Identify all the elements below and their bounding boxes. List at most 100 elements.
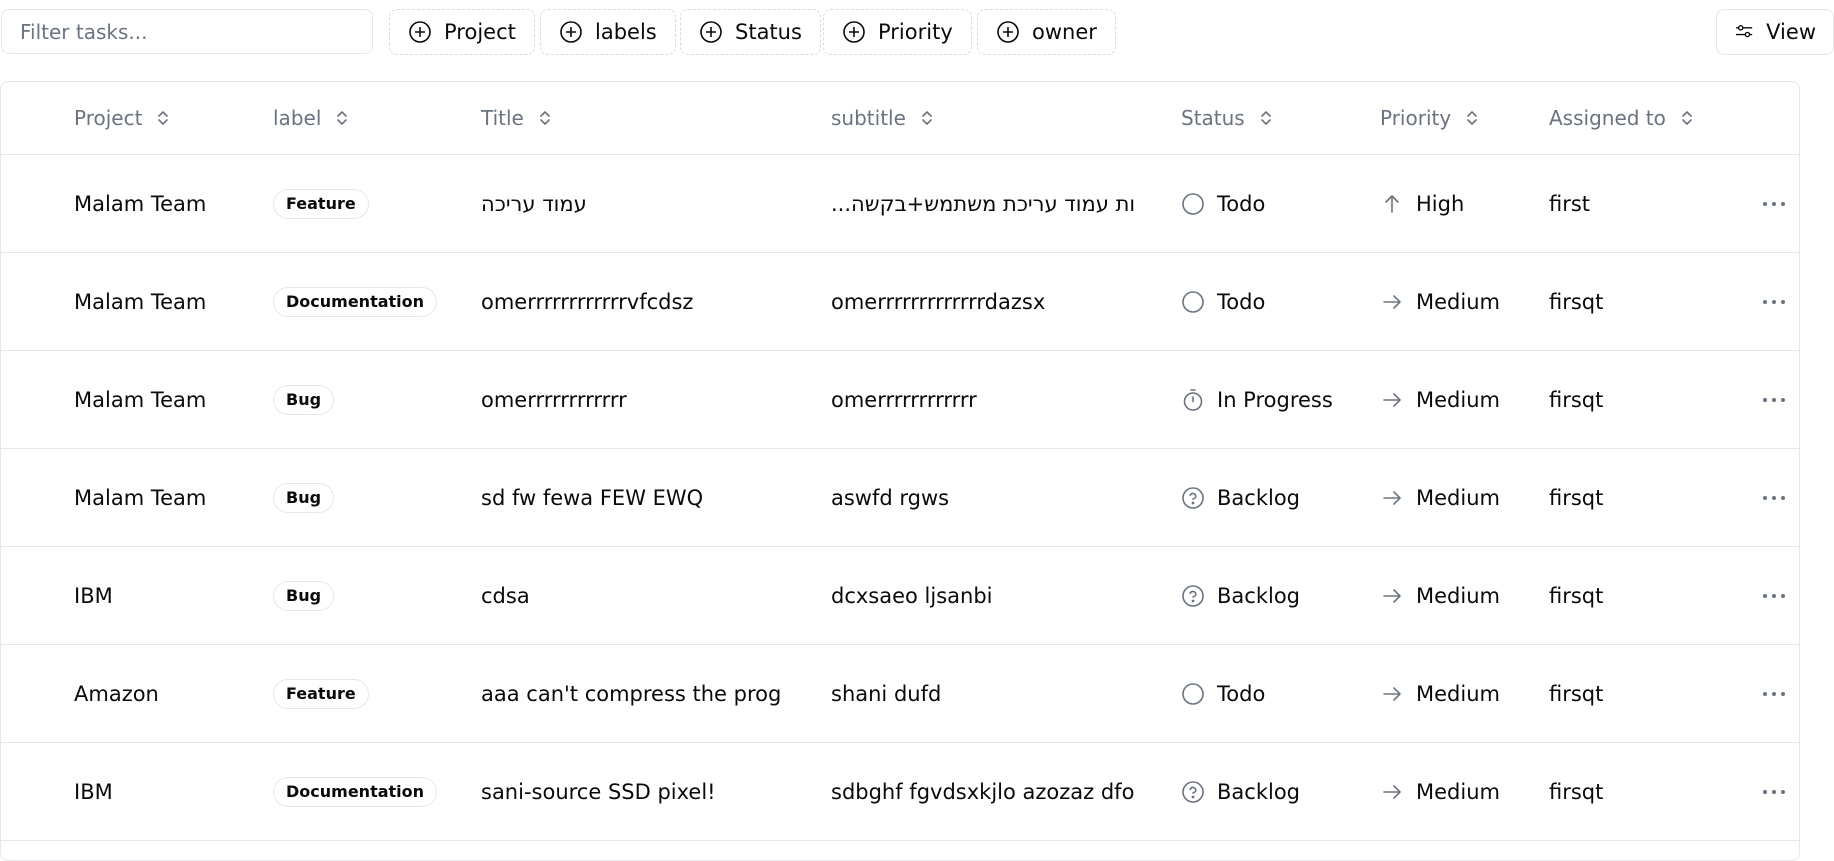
table-row[interactable]: Amazon Feature aaa can't compress the pr… xyxy=(1,645,1799,743)
sort-icon xyxy=(1682,111,1692,125)
filter-labels-label: labels xyxy=(595,20,657,44)
filter-status-label: Status xyxy=(735,20,802,44)
subtitle-cell: shani dufd xyxy=(831,681,942,706)
assigned-cell: firsqt xyxy=(1549,681,1604,706)
priority-cell: Medium xyxy=(1380,253,1500,350)
filter-project-button[interactable]: Project xyxy=(389,9,535,55)
sliders-icon xyxy=(1735,25,1753,38)
subtitle-cell: omerrrrrrrrrrrr xyxy=(831,387,977,412)
label-cell: Feature xyxy=(273,645,369,742)
table-row[interactable]: IBM Bug cdsa dcxsaeo ljsanbi Backlog Med… xyxy=(1,547,1799,645)
column-header-status[interactable]: Status xyxy=(1181,82,1273,154)
status-cell: Backlog xyxy=(1181,449,1300,546)
column-label: Title xyxy=(481,106,524,130)
filter-priority-label: Priority xyxy=(878,20,953,44)
row-actions-button[interactable] xyxy=(1761,253,1787,350)
arrow-right-icon xyxy=(1380,682,1404,706)
label-badge: Feature xyxy=(273,678,369,709)
ellipsis-icon xyxy=(1763,299,1785,304)
column-header-subtitle[interactable]: subtitle xyxy=(831,82,934,154)
view-options-button[interactable]: View xyxy=(1716,9,1834,55)
row-actions-button[interactable] xyxy=(1761,743,1787,840)
table-header: Project label Title subtitle Status Prio… xyxy=(1,82,1799,155)
ellipsis-icon xyxy=(1763,691,1785,696)
column-label: subtitle xyxy=(831,106,906,130)
ellipsis-icon xyxy=(1763,397,1785,402)
assigned-cell: firsqt xyxy=(1549,289,1604,314)
arrow-right-icon xyxy=(1380,780,1404,804)
filter-tasks-input[interactable] xyxy=(1,9,373,54)
row-actions-button[interactable] xyxy=(1761,351,1787,448)
subtitle-cell: omerrrrrrrrrrrrrdazsx xyxy=(831,289,1046,314)
project-cell: Malam Team xyxy=(74,485,207,510)
ellipsis-icon xyxy=(1763,593,1785,598)
label-badge: Documentation xyxy=(273,286,438,317)
view-label: View xyxy=(1766,20,1816,44)
subtitle-cell: ...ות עמוד עריכת משתמש+בקשה xyxy=(831,191,1136,216)
title-cell: omerrrrrrrrrrrr xyxy=(481,387,627,412)
label-cell: Documentation xyxy=(273,253,438,350)
sort-icon xyxy=(1260,111,1271,125)
table-row[interactable]: Malam Team Documentation omerrrrrrrrrrrr… xyxy=(1,253,1799,351)
question-circle-icon xyxy=(1181,780,1205,804)
assigned-cell: firsqt xyxy=(1549,485,1604,510)
row-actions-button[interactable] xyxy=(1761,547,1787,644)
filter-project-label: Project xyxy=(444,20,516,44)
filter-owner-button[interactable]: owner xyxy=(977,9,1116,55)
priority-cell: Medium xyxy=(1380,547,1500,644)
row-actions-button[interactable] xyxy=(1761,155,1787,252)
column-header-title[interactable]: Title xyxy=(481,82,552,154)
label-cell: Bug xyxy=(273,547,335,644)
table-row[interactable]: Malam Team Feature עמוד עריכה ...ות עמוד… xyxy=(1,155,1799,253)
assigned-cell: first xyxy=(1549,191,1591,216)
plus-circle-icon xyxy=(997,21,1019,43)
status-cell: Todo xyxy=(1181,155,1265,252)
arrow-right-icon xyxy=(1380,584,1404,608)
filter-priority-button[interactable]: Priority xyxy=(823,9,972,55)
sort-icon xyxy=(1467,111,1477,125)
question-circle-icon xyxy=(1181,584,1205,608)
title-cell: עמוד עריכה xyxy=(481,191,587,216)
column-label: Priority xyxy=(1380,106,1452,130)
label-badge: Bug xyxy=(273,580,335,611)
priority-cell: Medium xyxy=(1380,351,1500,448)
priority-cell: Medium xyxy=(1380,645,1500,742)
title-cell: sani-source SSD pixel! xyxy=(481,779,716,804)
assigned-cell: firsqt xyxy=(1549,779,1604,804)
sort-icon xyxy=(158,111,169,125)
ellipsis-icon xyxy=(1763,789,1785,794)
project-cell: Malam Team xyxy=(74,191,207,216)
title-cell: omerrrrrrrrrrrrvfcdsz xyxy=(481,289,694,314)
circle-icon xyxy=(1181,192,1205,216)
table-row[interactable]: Malam Team Bug sd fw fewa FEW EWQ aswfd … xyxy=(1,449,1799,547)
sort-icon xyxy=(540,111,550,125)
row-actions-button[interactable] xyxy=(1761,645,1787,742)
priority-cell: Medium xyxy=(1380,449,1500,546)
sort-icon xyxy=(337,111,348,125)
row-actions-button[interactable] xyxy=(1761,449,1787,546)
table-row[interactable]: IBM Documentation sani-source SSD pixel!… xyxy=(1,743,1799,841)
column-header-assigned-to[interactable]: Assigned to xyxy=(1549,82,1694,154)
tasks-table: Project label Title subtitle Status Prio… xyxy=(0,81,1800,861)
label-cell: Bug xyxy=(273,351,335,448)
label-badge: Feature xyxy=(273,188,369,219)
column-header-priority[interactable]: Priority xyxy=(1380,82,1479,154)
project-cell: Malam Team xyxy=(74,387,207,412)
filter-status-button[interactable]: Status xyxy=(680,9,821,55)
status-cell: Todo xyxy=(1181,253,1265,350)
column-header-project[interactable]: Project xyxy=(74,82,170,154)
subtitle-cell: aswfd rgws xyxy=(831,485,950,510)
subtitle-cell: dcxsaeo ljsanbi xyxy=(831,583,993,608)
assigned-cell: firsqt xyxy=(1549,387,1604,412)
title-cell: cdsa xyxy=(481,583,530,608)
label-cell: Documentation xyxy=(273,743,438,840)
column-header-label[interactable]: label xyxy=(273,82,349,154)
column-label: Assigned to xyxy=(1549,106,1666,130)
project-cell: IBM xyxy=(74,583,113,608)
project-cell: Amazon xyxy=(74,681,159,706)
table-row[interactable]: Malam Team Bug omerrrrrrrrrrrr omerrrrrr… xyxy=(1,351,1799,449)
arrow-up-icon xyxy=(1380,192,1404,216)
project-cell: Malam Team xyxy=(74,289,207,314)
filter-labels-button[interactable]: labels xyxy=(540,9,676,55)
label-cell: Feature xyxy=(273,155,369,252)
